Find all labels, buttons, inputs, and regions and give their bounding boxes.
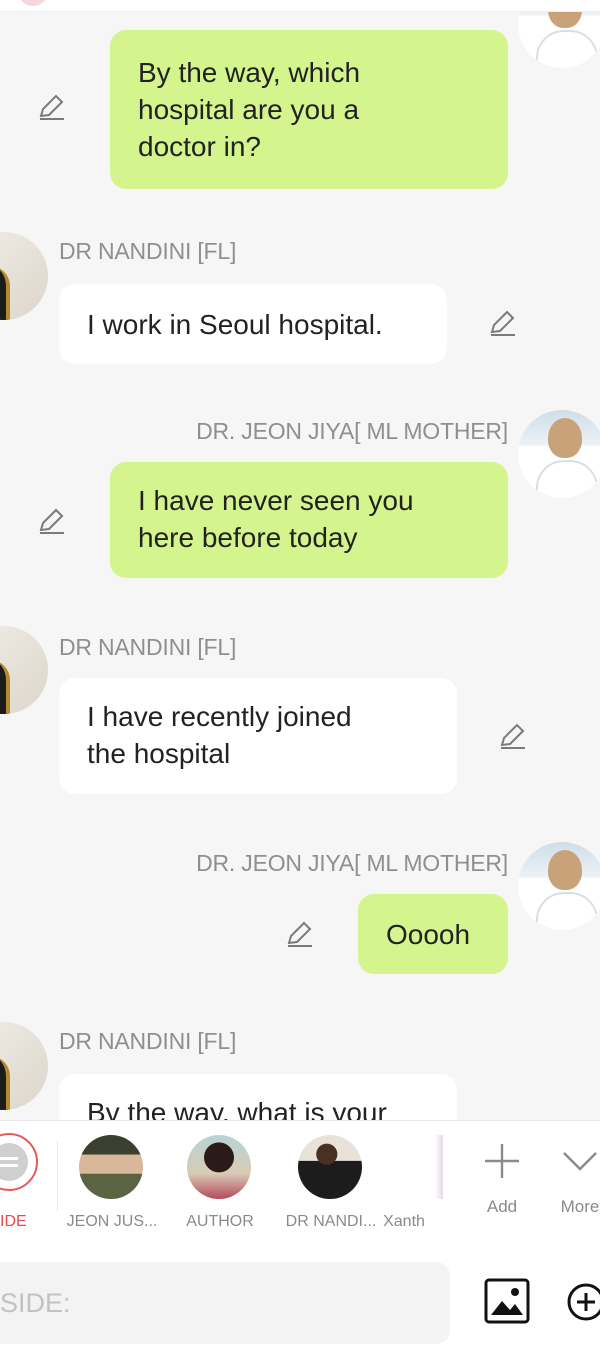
sender-name: DR NANDINI [FL]	[59, 1028, 237, 1054]
plus-circle-icon[interactable]	[566, 1282, 600, 1327]
add-label: Add	[486, 1197, 518, 1216]
edit-icon[interactable]	[37, 92, 67, 122]
sender-name: DR. JEON JIYA[ ML MOTHER]	[196, 418, 508, 444]
avatar[interactable]	[0, 626, 48, 714]
avatar[interactable]	[0, 232, 48, 320]
message-line: I work in Seoul hospital.	[87, 309, 383, 340]
edit-icon[interactable]	[37, 506, 67, 536]
message-line: the hospital	[87, 738, 231, 769]
add-icon	[467, 1135, 537, 1187]
message-bubble[interactable]: I work in Seoul hospital.	[59, 284, 447, 364]
message-line: By the way, what is your	[87, 1097, 387, 1120]
message-bubble[interactable]: By the way, which hospital are you a doc…	[110, 30, 508, 189]
input-bar	[0, 1248, 600, 1346]
character-avatar	[409, 1135, 443, 1199]
message-bubble[interactable]: By the way, what is your	[59, 1074, 457, 1120]
avatar[interactable]	[0, 1022, 48, 1110]
chat-icon	[0, 1143, 28, 1181]
side-label[interactable]: IDE	[0, 1213, 27, 1231]
message-line: here before today	[138, 522, 358, 553]
character-item[interactable]: Xanth	[365, 1135, 443, 1245]
character-avatar	[187, 1135, 251, 1199]
edit-icon[interactable]	[498, 721, 528, 751]
message-line: doctor in?	[138, 131, 261, 162]
more-button[interactable]: More	[545, 1135, 600, 1217]
character-name: JEON JUS...	[66, 1213, 158, 1230]
top-strip	[0, 0, 600, 12]
top-indicator	[18, 0, 48, 6]
message-bubble[interactable]: I have recently joined the hospital	[59, 678, 457, 794]
message-line: I have never seen you	[138, 485, 414, 516]
character-avatar	[298, 1135, 362, 1199]
message-line: I have recently joined	[87, 701, 352, 732]
avatar[interactable]	[518, 410, 600, 498]
character-item[interactable]: JEON JUS...	[57, 1135, 167, 1245]
chevron-down-icon	[545, 1135, 600, 1187]
sender-name: DR. JEON JIYA[ ML MOTHER]	[196, 850, 508, 876]
message-input[interactable]	[0, 1262, 450, 1344]
chat-area[interactable]: By the way, which hospital are you a doc…	[0, 12, 600, 1120]
message-bubble[interactable]: Ooooh	[358, 894, 508, 974]
character-avatar	[79, 1135, 143, 1199]
edit-icon[interactable]	[285, 919, 315, 949]
character-bar: IDE JEON JUS... AUTHOR DR NANDI... Xanth…	[0, 1120, 600, 1248]
character-name: AUTHOR	[186, 1213, 254, 1230]
character-item[interactable]: AUTHOR	[165, 1135, 275, 1245]
add-character-button[interactable]: Add	[467, 1135, 537, 1217]
image-icon[interactable]	[484, 1278, 530, 1329]
message-line: Ooooh	[386, 919, 471, 950]
more-label: More	[560, 1197, 600, 1216]
edit-icon[interactable]	[488, 308, 518, 338]
sender-name: DR NANDINI [FL]	[59, 634, 237, 660]
message-line: By the way, which	[138, 57, 361, 88]
character-name: Xanth	[383, 1213, 425, 1230]
side-character-button[interactable]	[0, 1133, 38, 1191]
sender-name: DR NANDINI [FL]	[59, 238, 237, 264]
avatar[interactable]	[518, 842, 600, 930]
avatar[interactable]	[518, 12, 600, 68]
message-line: hospital are you a	[138, 94, 360, 125]
message-bubble[interactable]: I have never seen you here before today	[110, 462, 508, 578]
